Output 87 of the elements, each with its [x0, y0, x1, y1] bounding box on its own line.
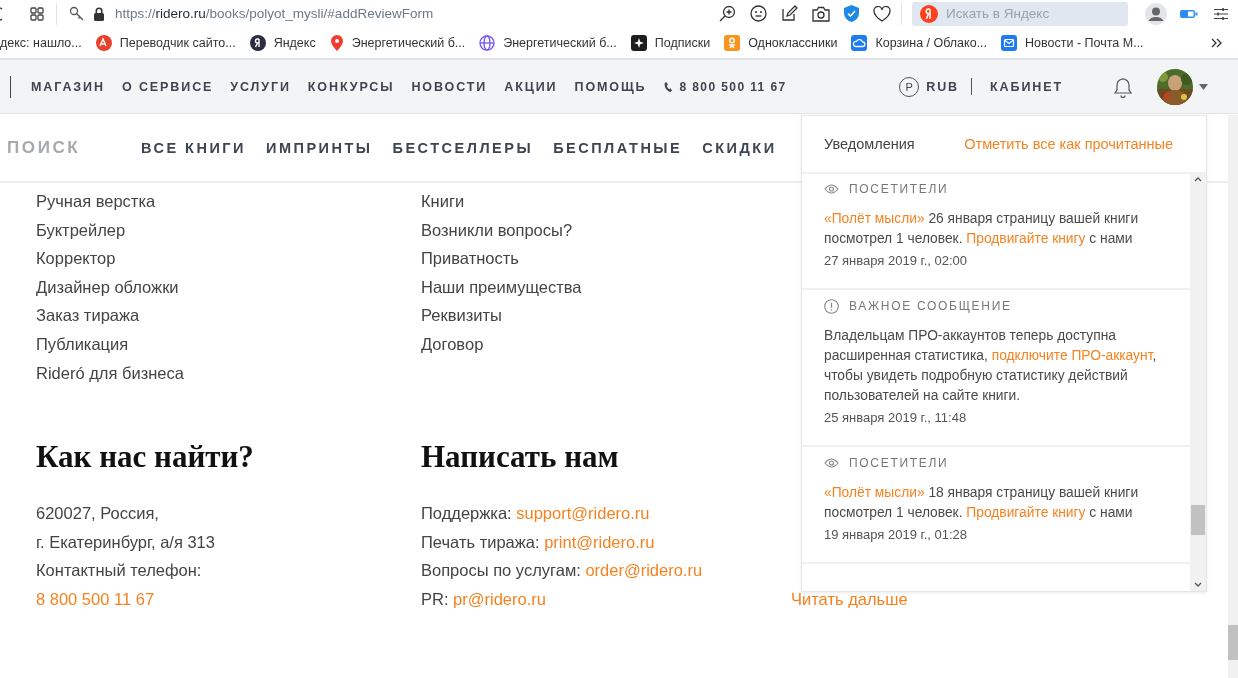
- battery-icon[interactable]: [1180, 8, 1198, 19]
- contact-label: PR:: [421, 589, 449, 608]
- catalog-nav-link[interactable]: СКИДКИ: [702, 139, 777, 156]
- exclamation-circle-icon: [824, 298, 839, 314]
- footer-link[interactable]: Реквизиты: [421, 306, 502, 325]
- notification-text: «Полёт мысли» 26 января страницу вашей книги посмотрел 1 человек. Продвигайте книгу с нами: [824, 210, 1140, 248]
- contact-label: Поддержка:: [421, 504, 512, 522]
- bookmark-link[interactable]: Переводчик сайто...: [119, 35, 236, 50]
- notification-text: Владельцам ПРО-аккаунтов теперь доступна расширенная статистика, подключите ПРО-аккаунт, чтобы увидеть подробную статистику действий пользователей на сайте книги.: [824, 327, 1158, 405]
- caret-icon[interactable]: [1199, 83, 1208, 90]
- settings-icon[interactable]: [1214, 6, 1228, 21]
- catalog-nav-link[interactable]: ИМПРИНТЫ: [266, 139, 373, 156]
- face-icon[interactable]: [750, 5, 767, 22]
- notification-category: ВАЖНОЕ СООБЩЕНИЕ: [849, 299, 1012, 313]
- camera-icon[interactable]: [812, 5, 830, 22]
- footer-link[interactable]: Заказ тиража: [36, 306, 140, 325]
- bookmark-link[interactable]: Энергетический б...: [351, 35, 466, 50]
- panel-title: Уведомления: [824, 136, 915, 152]
- yandex-logo-icon: [920, 4, 938, 23]
- chevron-icon[interactable]: [1211, 37, 1222, 48]
- footer-link[interactable]: Возникли вопросы?: [421, 220, 573, 239]
- address-text: г. Екатеринбург, а/я 313: [36, 532, 215, 551]
- bookmark-link[interactable]: Новости - Почта М...: [1025, 35, 1144, 50]
- phone-number[interactable]: 8 800 500 11 67: [679, 79, 787, 94]
- nav-link[interactable]: АКЦИИ: [504, 79, 558, 94]
- notification-category: ПОСЕТИТЕЛИ: [849, 456, 949, 470]
- bookmark-link[interactable]: декс: нашло...: [0, 35, 82, 50]
- key-icon[interactable]: [69, 5, 85, 22]
- currency-label[interactable]: RUB: [926, 79, 960, 94]
- notification-category: ПОСЕТИТЕЛИ: [849, 182, 949, 196]
- footer-link[interactable]: Публикация: [36, 334, 129, 353]
- contact-label: Вопросы по услугам:: [421, 561, 581, 580]
- search-field[interactable]: Искать в Яндекс: [912, 1, 1128, 26]
- translate-icon: [95, 34, 112, 51]
- phone-icon: [663, 80, 674, 93]
- catalog-nav-link[interactable]: ВСЕ КНИГИ: [141, 139, 246, 156]
- scrollbar-thumb[interactable]: [1228, 625, 1238, 660]
- footer-link[interactable]: Буктрейлер: [36, 220, 126, 239]
- nav-link[interactable]: МАГАЗИН: [31, 79, 105, 94]
- footer-link[interactable]: Ручная верстка: [36, 192, 156, 210]
- bookmark-link[interactable]: Одноклассники: [748, 35, 838, 50]
- section-heading: Как нас найти?: [36, 438, 255, 476]
- zoom-icon[interactable]: [719, 5, 736, 22]
- footer-link[interactable]: Книги: [421, 192, 465, 210]
- address-bar[interactable]: https://ridero.ru/books/polyot_mysli/#addReviewForm: [115, 6, 434, 21]
- footer-link[interactable]: Приватность: [421, 249, 519, 268]
- cloud-icon: [851, 34, 868, 51]
- sparkle-icon: [630, 34, 647, 51]
- heart-icon[interactable]: [873, 5, 891, 22]
- mail-icon: [1001, 34, 1018, 51]
- bookmark-link[interactable]: Подписки: [654, 35, 711, 50]
- notification-time: 27 января 2019 г., 02:00: [824, 253, 969, 268]
- lock-icon[interactable]: [93, 6, 105, 21]
- eye-icon: [824, 184, 839, 194]
- nav-link[interactable]: О СЕРВИСЕ: [121, 79, 214, 94]
- nav-link[interactable]: НОВОСТИ: [411, 79, 488, 94]
- section-heading: Написать нам: [421, 438, 620, 476]
- odnoklassniki-icon: [724, 34, 741, 51]
- eye-icon: [824, 458, 839, 468]
- profile-icon[interactable]: [1145, 2, 1167, 25]
- notification-text: «Полёт мысли» 18 января страницу вашей книги посмотрел 1 человек. Продвигайте книгу с нами: [824, 484, 1140, 522]
- catalog-nav-link[interactable]: БЕСПЛАТНЫЕ: [553, 139, 683, 156]
- footer-link[interactable]: Договор: [421, 334, 484, 353]
- address-text: Контактный телефон:: [36, 561, 202, 580]
- contact-label: Печать тиража:: [421, 532, 540, 551]
- catalog-nav-link[interactable]: БЕСТСЕЛЛЕРЫ: [392, 139, 534, 156]
- scrollbar-thumb[interactable]: [1191, 505, 1205, 535]
- nav-link[interactable]: УСЛУГИ: [230, 79, 291, 94]
- address-text: 620027, Россия,: [36, 504, 159, 522]
- footer-link[interactable]: Корректор: [36, 249, 116, 268]
- bookmark-link[interactable]: Корзина / Облако...: [875, 35, 988, 50]
- cabinet-link[interactable]: КАБИНЕТ: [990, 79, 1063, 94]
- notification-time: 19 января 2019 г., 01:28: [824, 527, 969, 542]
- nav-link[interactable]: КОНКУРСЫ: [307, 79, 395, 94]
- bookmark-link[interactable]: Яндекс: [273, 35, 316, 50]
- footer-link[interactable]: Дизайнер обложки: [36, 277, 179, 296]
- footer-link[interactable]: Rideró для бизнеса: [36, 363, 184, 382]
- grid-icon[interactable]: [30, 6, 44, 21]
- nav-link[interactable]: ПОМОЩЬ: [574, 79, 647, 94]
- globe-icon: [479, 34, 496, 51]
- yandex-icon: [249, 34, 266, 51]
- edit-icon[interactable]: [781, 5, 798, 22]
- notification-time: 25 января 2019 г., 11:48: [824, 410, 968, 425]
- footer-link[interactable]: Наши преимущества: [421, 277, 582, 296]
- shield-icon[interactable]: [844, 5, 859, 22]
- bookmark-link[interactable]: Энергетический б...: [503, 35, 617, 50]
- location-pin-icon: [329, 34, 344, 51]
